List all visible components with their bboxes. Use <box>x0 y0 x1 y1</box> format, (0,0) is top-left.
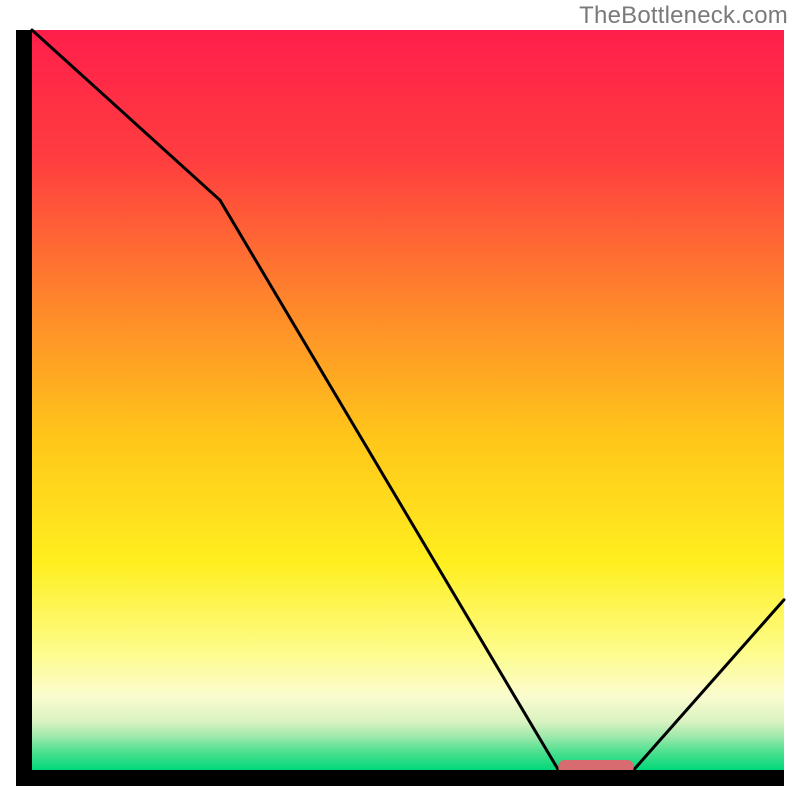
bottleneck-chart: TheBottleneck.com <box>0 0 800 800</box>
chart-svg <box>0 0 800 800</box>
plot-background <box>32 30 784 770</box>
